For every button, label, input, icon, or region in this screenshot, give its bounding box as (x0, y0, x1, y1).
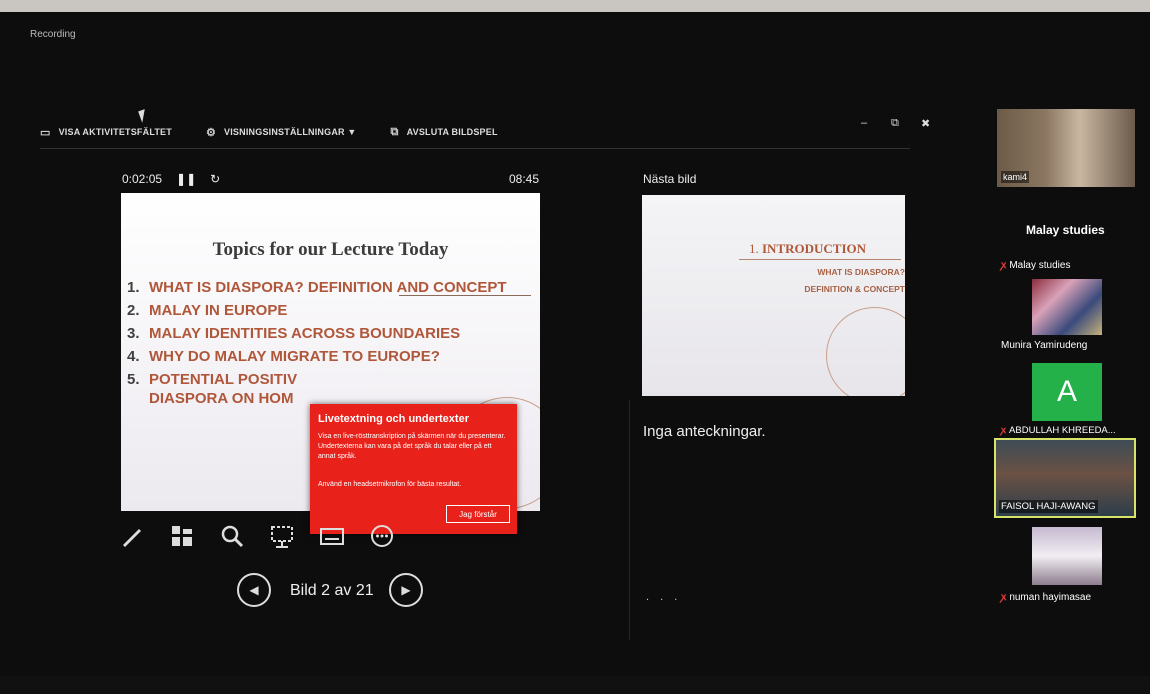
elapsed-time: 0:02:05 (122, 172, 163, 186)
avatar[interactable]: A (1032, 363, 1102, 421)
timer-bar: 0:02:05 ❚❚ ↻ (122, 172, 220, 186)
notes-divider (629, 400, 630, 640)
understood-button[interactable]: Jag förstår (446, 505, 510, 523)
all-slides-icon[interactable] (166, 520, 198, 552)
end-slideshow-label: AVSLUTA BILDSPEL (406, 127, 498, 137)
toolbar-divider (40, 148, 910, 149)
meeting-title: Malay studies (1026, 223, 1105, 237)
popup-body: Visa en live-rösttranskription på skärme… (318, 433, 506, 460)
pen-icon[interactable] (116, 520, 148, 552)
next-slide-preview[interactable]: 1. INTRODUCTION WHAT IS DIASPORA? DEFINI… (642, 195, 905, 396)
slide-counter[interactable]: Bild 2 av 21 (290, 582, 374, 600)
participant-name: ꭗ numan hayimasae (1001, 592, 1092, 603)
list-item: 1. WHAT IS DIASPORA? DEFINITION AND CONCE… (127, 279, 507, 296)
next-slide-button[interactable]: ▶ (389, 573, 423, 607)
next-icon: ▶ (401, 583, 411, 597)
pointer-icon[interactable] (266, 520, 298, 552)
prev-icon: ◀ (249, 583, 259, 597)
participant-name: kami4 (1001, 171, 1030, 183)
restore-button[interactable]: ⧉ (891, 117, 899, 130)
presenter-screen: Recording ▭ VISA AKTIVITETSFÄLTET ⚙ VISN… (0, 0, 1150, 694)
presenter-tools (116, 520, 398, 552)
participant-video[interactable]: kami4 (997, 109, 1135, 187)
list-item: 5. POTENTIAL POSITIV (127, 371, 298, 388)
next-slide-sub2: DEFINITION & CONCEPT (804, 284, 905, 294)
display-settings-button[interactable]: ⚙ VISNINGSINSTÄLLNINGAR ▼ (206, 126, 357, 139)
participant-name: Munira Yamirudeng (1001, 340, 1088, 351)
screen-bezel (0, 0, 1150, 12)
list-item: 2. MALAY IN EUROPE (127, 302, 288, 319)
next-slide-sub1: WHAT IS DIASPORA? (817, 267, 905, 277)
active-speaker-video[interactable]: FAISOL HAJI-AWANG (994, 438, 1136, 518)
display-settings-label: VISNINGSINSTÄLLNINGAR ▼ (224, 127, 357, 137)
pause-icon[interactable]: ❚❚ (176, 172, 196, 186)
university-seal-icon (826, 307, 905, 396)
recording-label: Recording (30, 29, 76, 40)
mic-muted-icon: ꭗ (1001, 260, 1007, 271)
minimize-button[interactable]: – (861, 117, 867, 129)
next-slide-title: 1. INTRODUCTION (749, 241, 867, 256)
show-taskbar-button[interactable]: ▭ VISA AKTIVITETSFÄLTET (40, 126, 172, 139)
restart-timer-icon[interactable]: ↻ (210, 172, 220, 186)
more-icon[interactable] (366, 520, 398, 552)
subtitles-icon[interactable] (316, 520, 348, 552)
next-slide-label: Nästa bild (643, 172, 697, 186)
clock-time: 08:45 (509, 172, 540, 186)
list-item: 3. MALAY IDENTITIES ACROSS BOUNDARIES (127, 325, 461, 342)
list-item: 4. WHY DO MALAY MIGRATE TO EUROPE? (127, 348, 440, 365)
close-button[interactable]: ✖ (921, 117, 930, 130)
zoom-icon[interactable] (216, 520, 248, 552)
popup-title: Livetextning och undertexter (318, 413, 469, 425)
show-taskbar-label: VISA AKTIVITETSFÄLTET (58, 127, 172, 137)
presenter-toolbar: ▭ VISA AKTIVITETSFÄLTET ⚙ VISNINGSINSTÄL… (40, 118, 910, 146)
slide-title: Topics for our Lecture Today (212, 239, 449, 260)
slide-topic-list: 1. WHAT IS DIASPORA? DEFINITION AND CONCE… (127, 279, 537, 413)
prev-slide-button[interactable]: ◀ (237, 573, 271, 607)
participant-video[interactable] (1032, 279, 1102, 335)
speaker-notes: Inga anteckningar. (643, 423, 766, 440)
end-slideshow-icon: ⧉ (390, 125, 399, 138)
screen-bottom-bezel (0, 676, 1150, 694)
taskbar-icon: ▭ (40, 126, 51, 139)
popup-hint: Använd en headsetmikrofon för bästa resu… (318, 481, 462, 488)
mic-muted-icon: ꭗ (1001, 592, 1007, 603)
participant-name: ꭗ ABDULLAH KHREEDA... (1001, 425, 1116, 436)
mic-muted-icon: ꭗ (1001, 425, 1007, 436)
display-settings-icon: ⚙ (205, 126, 217, 139)
notes-resize-handle[interactable]: . . . (646, 591, 681, 603)
participant-video[interactable] (1032, 527, 1102, 585)
next-slide-title-line (739, 259, 901, 260)
participant-name: FAISOL HAJI-AWANG (999, 500, 1098, 513)
end-slideshow-button[interactable]: ⧉ AVSLUTA BILDSPEL (391, 126, 498, 139)
participant-name: ꭗ Malay studies (1001, 260, 1071, 271)
